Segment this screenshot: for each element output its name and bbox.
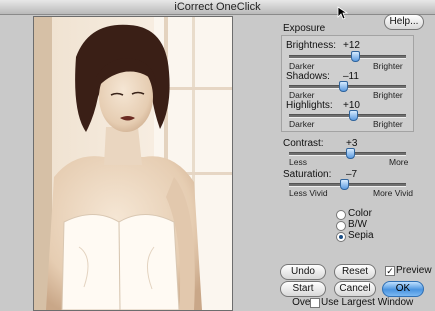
shadows-label: Shadows:	[286, 71, 330, 82]
use-largest-window-label: Use Largest Window	[321, 297, 414, 308]
brightness-max-label: Brighter	[373, 61, 403, 71]
help-button[interactable]: Help...	[384, 14, 424, 30]
shadows-min-label: Darker	[289, 90, 315, 100]
preview-label: Preview	[396, 265, 432, 276]
highlights-max-label: Brighter	[373, 119, 403, 129]
color-radio[interactable]	[336, 210, 346, 220]
shadows-slider-thumb[interactable]	[338, 81, 348, 92]
mouse-cursor-icon	[337, 6, 349, 20]
contrast-label: Contrast:	[283, 138, 324, 149]
color-radio-label: Color	[348, 208, 372, 219]
reset-button[interactable]: Reset	[334, 264, 376, 280]
highlights-label: Highlights:	[286, 100, 333, 111]
start-over-button[interactable]: Start Over	[280, 281, 326, 308]
use-largest-window-checkbox[interactable]	[310, 298, 320, 308]
exposure-group-title: Exposure	[283, 23, 326, 34]
contrast-slider-thumb[interactable]	[345, 148, 355, 159]
bw-radio[interactable]	[336, 221, 346, 231]
brightness-label: Brightness:	[286, 40, 337, 51]
window-title-bar: iCorrect OneClick	[0, 0, 435, 15]
saturation-min-label: Less Vivid	[289, 188, 328, 198]
preview-checkbox[interactable]: ✓	[385, 266, 395, 276]
brightness-value: +12	[343, 40, 360, 51]
brightness-slider-thumb[interactable]	[350, 51, 360, 62]
shadows-max-label: Brighter	[373, 90, 403, 100]
brightness-slider-track[interactable]	[289, 55, 406, 59]
highlights-slider-track[interactable]	[289, 114, 406, 118]
saturation-label: Saturation:	[283, 169, 332, 180]
saturation-slider-thumb[interactable]	[339, 179, 349, 190]
sepia-radio-label: Sepia	[348, 230, 374, 241]
contrast-max-label: More	[389, 157, 409, 167]
undo-button[interactable]: Undo	[280, 264, 326, 280]
highlights-slider-thumb[interactable]	[349, 110, 359, 121]
sepia-portrait-image	[34, 17, 232, 310]
saturation-max-label: More Vivid	[373, 188, 413, 198]
cancel-button[interactable]: Cancel	[334, 281, 376, 297]
sepia-radio[interactable]	[336, 232, 346, 242]
window-title: iCorrect OneClick	[174, 1, 261, 13]
ok-button[interactable]: OK	[382, 281, 424, 297]
contrast-min-label: Less	[289, 157, 307, 167]
highlights-min-label: Darker	[289, 119, 315, 129]
bw-radio-label: B/W	[348, 219, 367, 230]
brightness-min-label: Darker	[289, 61, 315, 71]
photo-preview	[33, 16, 233, 311]
